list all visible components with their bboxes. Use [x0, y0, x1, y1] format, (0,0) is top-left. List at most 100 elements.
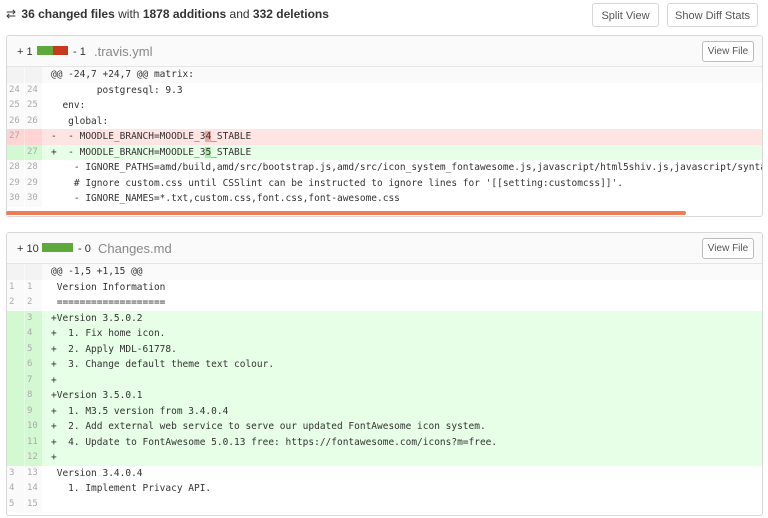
- hunk-header: @@ -1,5 +1,15 @@: [7, 264, 762, 280]
- new-line-number[interactable]: 25: [25, 98, 42, 114]
- old-line-number[interactable]: [7, 372, 24, 388]
- changed-files-count: 36 changed files: [21, 7, 115, 21]
- new-line-number[interactable]: 9: [25, 403, 42, 419]
- line-code: @@ -24,7 +24,7 @@ matrix:: [51, 69, 194, 80]
- added-line: 6 + 3. Change default theme text colour.: [7, 357, 762, 373]
- new-line-number[interactable]: 5: [25, 341, 42, 357]
- old-line-number[interactable]: 4: [7, 481, 24, 497]
- line-code: + 4. Update to FontAwesome 5.0.13 free: …: [51, 436, 498, 448]
- old-line-number[interactable]: [7, 450, 24, 466]
- line-code: global:: [51, 115, 109, 127]
- old-line-number[interactable]: [7, 67, 24, 83]
- new-line-number[interactable]: [25, 129, 42, 145]
- additions-stat: + 10: [17, 243, 39, 255]
- line-code: +: [51, 374, 57, 386]
- view-file-button[interactable]: View File: [702, 41, 754, 62]
- old-line-number[interactable]: [7, 341, 24, 357]
- additions-stat: + 1: [17, 46, 33, 58]
- context-line: 4 14 1. Implement Privacy API.: [7, 481, 762, 497]
- old-line-number[interactable]: 1: [7, 279, 24, 295]
- old-line-number[interactable]: [7, 403, 24, 419]
- line-code: Version Information: [51, 281, 166, 293]
- line-code: + 2. Add external web service to serve o…: [51, 421, 486, 432]
- context-line: 24 24 postgresql: 9.3: [7, 82, 762, 98]
- old-line-number[interactable]: 25: [7, 98, 24, 114]
- context-line: 25 25 env:: [7, 98, 762, 114]
- old-line-number[interactable]: 2: [7, 295, 24, 311]
- new-line-number[interactable]: 12: [25, 450, 42, 466]
- old-line-number[interactable]: 28: [7, 160, 24, 176]
- code-suffix: _STABLE: [211, 131, 252, 142]
- old-line-number[interactable]: [7, 357, 24, 373]
- old-line-number[interactable]: [7, 326, 24, 342]
- line-code: +Version 3.5.0.2: [51, 312, 143, 324]
- additions-count: 1878 additions: [142, 7, 227, 21]
- file-header: + 10 - 0 Changes.md View File: [7, 233, 762, 264]
- show-diff-stats-button[interactable]: Show Diff Stats: [667, 3, 758, 27]
- line-code: Version 3.4.0.4: [51, 467, 143, 479]
- context-line: 11 Version Information: [7, 279, 762, 295]
- horizontal-scrollbar[interactable]: [6, 211, 686, 215]
- line-code: # Ignore custom.css until CSSlint can be…: [51, 177, 623, 189]
- deletions-bar: [53, 46, 68, 55]
- line-code: + 1. Fix home icon.: [51, 328, 166, 339]
- split-view-button[interactable]: Split View: [592, 3, 659, 27]
- new-line-number[interactable]: 24: [25, 82, 42, 98]
- new-line-number[interactable]: 8: [25, 388, 42, 404]
- old-line-number[interactable]: [7, 144, 24, 160]
- added-line: 10 + 2. Add external web service to serve…: [7, 419, 762, 435]
- line-code: + 1. M3.5 version from 3.4.0.4: [51, 405, 229, 417]
- old-line-number[interactable]: 27: [7, 129, 24, 145]
- new-line-number[interactable]: 15: [25, 496, 42, 512]
- new-line-number[interactable]: 29: [25, 175, 42, 191]
- code-prefix: - - MOODLE_BRANCH=MOODLE_3: [51, 131, 206, 142]
- old-line-number[interactable]: [7, 434, 24, 450]
- added-line: 12 +: [7, 450, 762, 466]
- new-line-number[interactable]: 6: [25, 357, 42, 373]
- new-line-number[interactable]: 7: [25, 372, 42, 388]
- deletions-stat: - 0: [78, 243, 91, 255]
- old-line-number[interactable]: 26: [7, 113, 24, 129]
- old-line-number[interactable]: 30: [7, 191, 24, 207]
- diff-lines: @@ -1,5 +1,15 @@ 1 1 Version Information 2 2…: [7, 264, 762, 512]
- new-line-number[interactable]: 14: [25, 481, 42, 497]
- context-line: 26 26 global:: [7, 113, 762, 129]
- new-line-number[interactable]: [25, 264, 42, 280]
- old-line-number[interactable]: [7, 388, 24, 404]
- new-line-number[interactable]: 11: [25, 434, 42, 450]
- old-line-number[interactable]: 24: [7, 82, 24, 98]
- view-file-button[interactable]: View File: [702, 238, 754, 259]
- new-line-number[interactable]: 10: [25, 419, 42, 435]
- old-line-number[interactable]: [7, 310, 24, 326]
- line-code: env:: [51, 100, 86, 111]
- old-line-number[interactable]: [7, 419, 24, 435]
- added-line: 7 +: [7, 372, 762, 388]
- new-line-number[interactable]: 3: [25, 310, 42, 326]
- context-line: 3 13 Version 3.4.0.4: [7, 465, 762, 481]
- new-line-number[interactable]: 30: [25, 191, 42, 207]
- file-name[interactable]: Changes.md: [98, 241, 172, 256]
- line-code: - - MOODLE_BRANCH=MOODLE_34_STABLE: [51, 129, 251, 145]
- new-line-number[interactable]: 2: [25, 295, 42, 311]
- added-line: 11 + 4. Update to FontAwesome 5.0.13 free…: [7, 434, 762, 450]
- deleted-line: 27 - - MOODLE_BRANCH=MOODLE_34_STABLE: [7, 129, 762, 145]
- new-line-number[interactable]: 26: [25, 113, 42, 129]
- new-line-number[interactable]: 13: [25, 465, 42, 481]
- file-header: + 1 - 1 .travis.yml View File: [7, 36, 762, 67]
- old-line-number[interactable]: 3: [7, 465, 24, 481]
- new-line-number[interactable]: 1: [25, 279, 42, 295]
- line-code: 1. Implement Privacy API.: [51, 483, 212, 494]
- new-line-number[interactable]: 28: [25, 160, 42, 176]
- old-line-number[interactable]: [7, 264, 24, 280]
- old-line-number[interactable]: 5: [7, 496, 24, 512]
- new-line-number[interactable]: 4: [25, 326, 42, 342]
- new-line-number[interactable]: [25, 67, 42, 83]
- added-line: 3 +Version 3.5.0.2: [7, 310, 762, 326]
- line-code: @@ -1,5 +1,15 @@: [51, 266, 143, 277]
- added-line: 8 +Version 3.5.0.1: [7, 388, 762, 404]
- added-line: 5 + 2. Apply MDL-61778.: [7, 341, 762, 357]
- old-line-number[interactable]: 29: [7, 175, 24, 191]
- new-line-number[interactable]: 27: [25, 144, 42, 160]
- file-name[interactable]: .travis.yml: [94, 44, 153, 59]
- additions-bar: [37, 46, 53, 55]
